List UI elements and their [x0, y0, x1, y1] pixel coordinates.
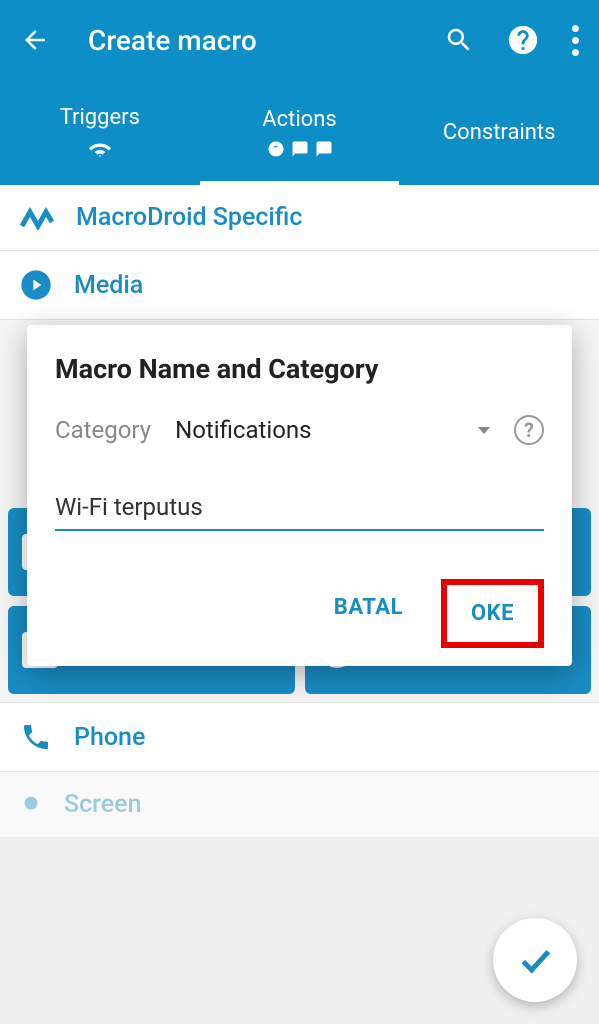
category-dropdown[interactable]: Notifications — [175, 416, 490, 444]
tab-label: Actions — [262, 107, 336, 132]
category-phone[interactable]: Phone — [0, 702, 599, 772]
search-icon[interactable] — [444, 25, 474, 55]
category-field-label: Category — [55, 416, 151, 444]
tab-triggers[interactable]: Triggers — [0, 80, 200, 185]
category-selected-value: Notifications — [175, 416, 311, 444]
category-screen[interactable]: Screen — [0, 772, 599, 838]
macro-name-dialog: Macro Name and Category Category Notific… — [27, 325, 572, 666]
help-icon[interactable] — [506, 23, 540, 57]
category-label: Screen — [64, 790, 142, 819]
category-media[interactable]: Media — [0, 251, 599, 320]
check-icon — [515, 940, 555, 980]
macro-name-input[interactable] — [55, 485, 544, 531]
category-label: MacroDroid Specific — [76, 203, 302, 232]
back-icon[interactable] — [20, 25, 50, 55]
tab-actions[interactable]: Actions — [200, 80, 400, 185]
category-label: Phone — [74, 723, 145, 752]
dialog-title: Macro Name and Category — [55, 353, 544, 385]
tab-icons — [267, 140, 333, 158]
confirm-fab[interactable] — [493, 918, 577, 1002]
chevron-down-icon — [478, 427, 490, 434]
play-circle-icon — [20, 269, 52, 301]
bulb-icon — [20, 791, 42, 819]
cancel-button[interactable]: BATAL — [310, 579, 427, 648]
tab-label: Triggers — [60, 105, 140, 130]
wifi-icon — [89, 138, 111, 160]
tab-label: Constraints — [443, 120, 556, 145]
overflow-menu-icon[interactable] — [572, 25, 579, 56]
phone-icon — [20, 721, 52, 753]
category-macrodroid[interactable]: MacroDroid Specific — [0, 185, 599, 251]
tab-constraints[interactable]: Constraints — [399, 80, 599, 185]
help-category-icon[interactable]: ? — [514, 415, 544, 445]
page-title: Create macro — [88, 24, 444, 57]
category-label: Media — [74, 271, 143, 300]
zigzag-icon — [20, 206, 54, 230]
ok-button[interactable]: OKE — [441, 579, 544, 648]
